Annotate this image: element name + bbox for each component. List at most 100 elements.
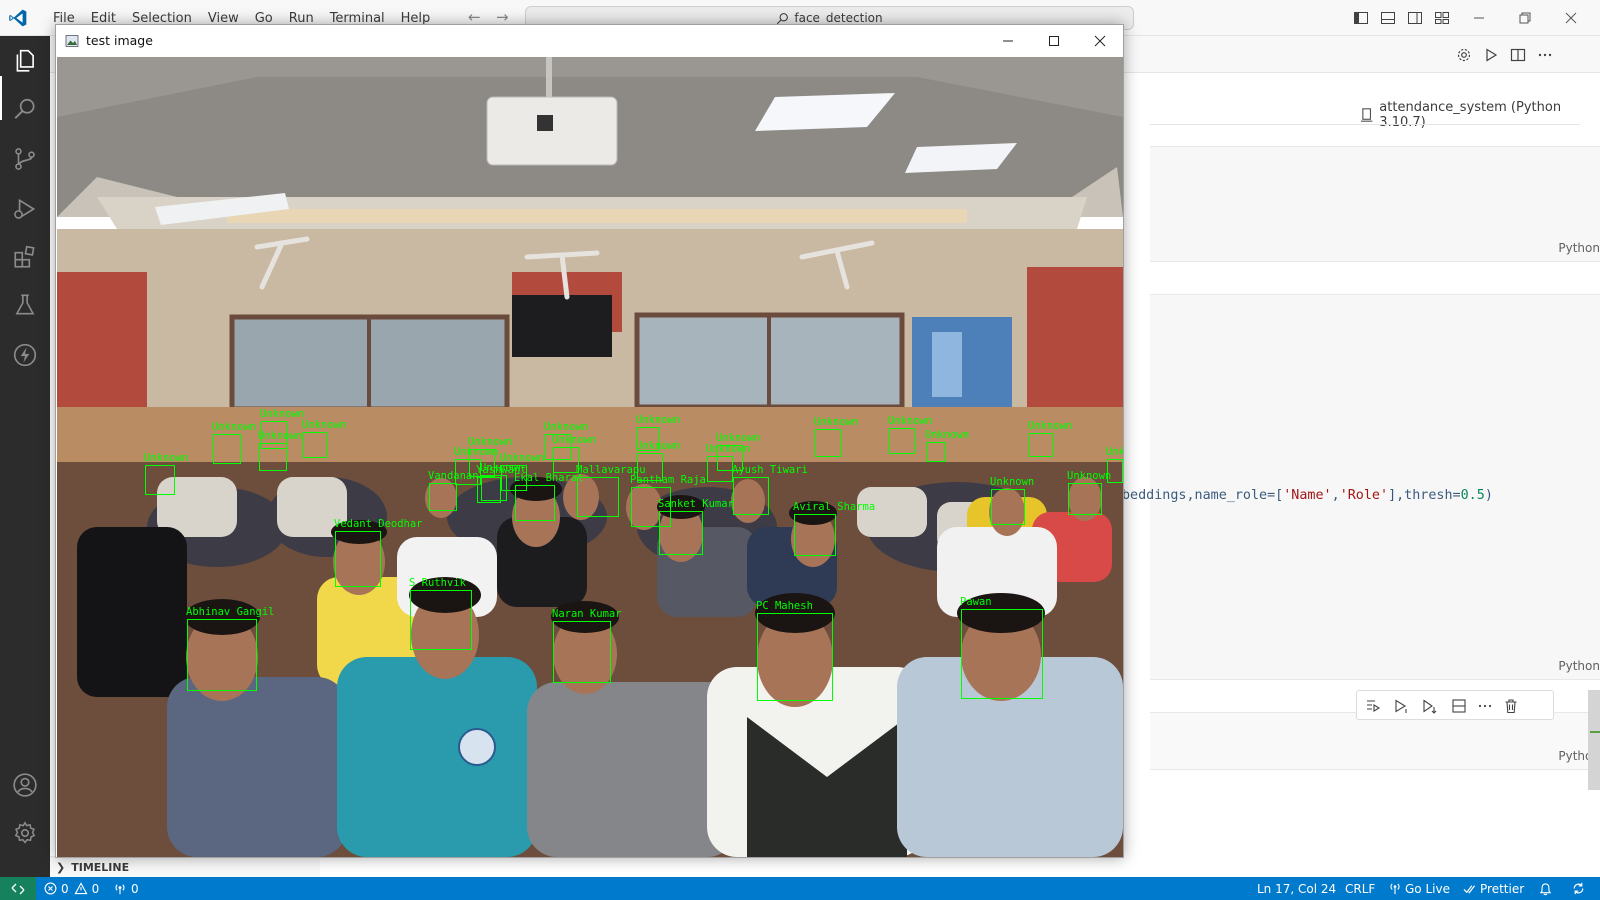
image-window-maximize-button[interactable]: [1031, 25, 1077, 57]
face-detection-box: PC Mahesh: [756, 600, 833, 701]
ports-indicator[interactable]: 0: [113, 877, 139, 900]
face-detection-box: Vedant Deodhar: [334, 518, 423, 587]
accounts-icon[interactable]: [12, 772, 38, 798]
face-detection-box: Unknown: [1028, 420, 1072, 457]
face-label: Unknown: [1028, 420, 1073, 432]
sync-button[interactable]: [1572, 877, 1589, 900]
close-window-button[interactable]: [1548, 0, 1594, 36]
face-label: Unknown: [888, 415, 933, 427]
face-label: Unknown: [990, 476, 1035, 488]
face-detection-box: Unknown: [814, 416, 858, 457]
testing-icon[interactable]: [12, 292, 38, 318]
split-editor-icon[interactable]: [1510, 47, 1526, 63]
settings-gear-icon[interactable]: [12, 820, 38, 846]
broadcast-icon: [1390, 883, 1400, 895]
face-detection-box: S Ruthvik: [409, 577, 472, 650]
face-label: Unknown: [258, 430, 303, 442]
face-label: Unknown: [636, 414, 681, 426]
face-detection-box: Unknown: [258, 430, 302, 471]
face-label: Pawan: [960, 596, 992, 608]
warning-icon: [74, 882, 88, 895]
face-detection-box: Yashwant: [476, 464, 527, 503]
restore-button[interactable]: [1502, 0, 1548, 36]
face-detection-box: Naran Kumar: [552, 608, 622, 683]
prettier-button[interactable]: Prettier: [1463, 877, 1524, 900]
face-label: Unknown: [636, 440, 681, 452]
go-live-button[interactable]: Go Live: [1389, 877, 1450, 900]
run-and-debug-icon[interactable]: [12, 196, 38, 222]
app-window-icon: [65, 35, 79, 47]
notebook-cell[interactable]: Python: [1150, 294, 1600, 680]
face-label: Aviral Sharma: [793, 501, 876, 513]
execute-above-icon[interactable]: [1365, 698, 1381, 714]
code-line[interactable]: beddings,name_role=['Name','Role'],thres…: [1122, 488, 1493, 503]
timeline-label: TIMELINE: [71, 860, 130, 874]
face-detection-box: Unknown: [888, 415, 932, 454]
image-window-close-button[interactable]: [1077, 25, 1123, 57]
command-center-text: face_detection: [794, 11, 883, 25]
cursor-position[interactable]: Ln 17, Col 24: [1257, 877, 1336, 900]
kernel-picker[interactable]: attendance_system (Python 3.10.7): [1360, 100, 1600, 130]
toggle-panel-icon[interactable]: [1380, 10, 1396, 26]
extensions-icon[interactable]: [12, 244, 38, 270]
cell-language-label[interactable]: Python: [1558, 659, 1600, 673]
face-label: Unknown: [814, 416, 859, 428]
error-icon: [44, 882, 57, 895]
active-view-indicator: [0, 76, 2, 120]
remote-indicator-button[interactable]: [0, 877, 36, 900]
scrollbar-marker: [1590, 731, 1600, 733]
cell-language-label[interactable]: Python: [1558, 241, 1600, 255]
face-detection-box: Unknown: [1067, 470, 1111, 515]
face-label: Unknown: [552, 434, 597, 446]
face-label: Unknown: [260, 408, 305, 420]
toggle-secondary-sidebar-icon[interactable]: [1407, 10, 1423, 26]
face-label: Ayush Tiwari: [732, 464, 808, 476]
image-window-titlebar[interactable]: test image: [56, 25, 1123, 57]
explorer-icon[interactable]: [12, 48, 38, 74]
vscode-logo-icon: [9, 9, 27, 27]
face-label: Unknown: [925, 429, 970, 441]
notebook-cell[interactable]: Python: [1150, 146, 1600, 262]
error-count: 0: [61, 881, 69, 896]
toggle-primary-sidebar-icon[interactable]: [1353, 10, 1369, 26]
delete-cell-icon[interactable]: [1503, 698, 1519, 714]
minimize-icon: [1474, 17, 1484, 19]
notebook-cell[interactable]: Python: [1150, 712, 1600, 770]
execute-cell-and-below-icon[interactable]: [1393, 698, 1409, 714]
search-view-icon[interactable]: [12, 96, 38, 122]
more-cell-actions-icon[interactable]: [1477, 698, 1493, 714]
timeline-section-header[interactable]: ❯ TIMELINE: [50, 856, 320, 877]
notebook-settings-gear-icon[interactable]: [1456, 47, 1472, 63]
more-actions-icon[interactable]: [1537, 47, 1553, 63]
problems-indicator[interactable]: 0 0: [44, 877, 99, 900]
face-label: Pantham Raja: [630, 474, 706, 486]
face-label: Ekal Bharat: [514, 472, 584, 484]
source-control-icon[interactable]: [12, 146, 38, 172]
face-detection-box: Unknown: [925, 429, 969, 462]
classroom-photo: Unknown Unknown Unknown Unknown Unknown Unkno…: [57, 57, 1123, 857]
face-label: Unknown: [1067, 470, 1112, 482]
face-label: Unknown: [716, 432, 761, 444]
double-check-icon: [1463, 884, 1476, 893]
split-cell-icon[interactable]: [1451, 698, 1467, 714]
face-detection-box: Unknown: [302, 419, 346, 458]
notifications-button[interactable]: [1539, 877, 1556, 900]
image-window-minimize-button[interactable]: [985, 25, 1031, 57]
face-detection-box: Sanket Kumar: [658, 498, 734, 555]
face-label: Sanket Kumar: [658, 498, 734, 510]
search-icon: [777, 12, 789, 24]
run-all-icon[interactable]: [1483, 47, 1499, 63]
face-label: PC Mahesh: [756, 600, 813, 612]
face-label: Vedant Deodhar: [334, 518, 423, 530]
code-token: ],thresh=: [1388, 488, 1461, 503]
broadcast-icon: [115, 884, 125, 895]
code-token: ,: [1331, 488, 1340, 503]
minimize-button[interactable]: [1456, 0, 1502, 36]
editor-scrollbar[interactable]: [1588, 690, 1600, 790]
end-of-line-indicator[interactable]: CRLF: [1345, 877, 1375, 900]
lightning-icon[interactable]: [12, 342, 38, 368]
face-label: Unknown: [454, 446, 499, 458]
customize-layout-icon[interactable]: [1434, 10, 1450, 26]
code-token: 0.5: [1460, 488, 1485, 503]
execute-below-icon[interactable]: [1421, 698, 1437, 714]
